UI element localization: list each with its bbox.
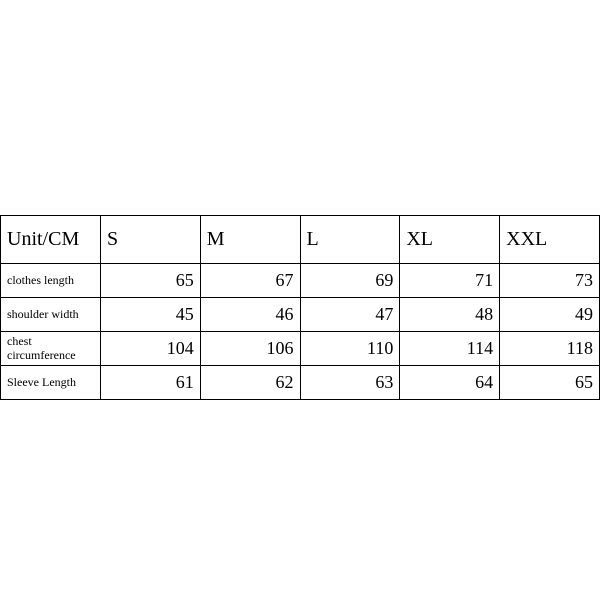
row-label: chest circumference: [1, 332, 101, 366]
cell: 61: [100, 366, 200, 400]
cell: 110: [300, 332, 400, 366]
cell: 63: [300, 366, 400, 400]
cell: 71: [400, 264, 500, 298]
cell: 45: [100, 298, 200, 332]
cell: 65: [100, 264, 200, 298]
row-label: shoulder width: [1, 298, 101, 332]
cell: 69: [300, 264, 400, 298]
cell: 118: [500, 332, 600, 366]
table-row: clothes length 65 67 69 71 73: [1, 264, 600, 298]
cell: 48: [400, 298, 500, 332]
cell: 67: [200, 264, 300, 298]
row-label: clothes length: [1, 264, 101, 298]
unit-header: Unit/CM: [1, 216, 101, 264]
cell: 73: [500, 264, 600, 298]
cell: 106: [200, 332, 300, 366]
size-chart-table: Unit/CM S M L XL XXL clothes length 65 6…: [0, 215, 600, 400]
table-row: shoulder width 45 46 47 48 49: [1, 298, 600, 332]
cell: 62: [200, 366, 300, 400]
cell: 65: [500, 366, 600, 400]
table-row: chest circumference 104 106 110 114 118: [1, 332, 600, 366]
cell: 64: [400, 366, 500, 400]
cell: 114: [400, 332, 500, 366]
cell: 47: [300, 298, 400, 332]
col-header: L: [300, 216, 400, 264]
row-label: Sleeve Length: [1, 366, 101, 400]
col-header: XXL: [500, 216, 600, 264]
cell: 49: [500, 298, 600, 332]
cell: 104: [100, 332, 200, 366]
col-header: M: [200, 216, 300, 264]
col-header: XL: [400, 216, 500, 264]
header-row: Unit/CM S M L XL XXL: [1, 216, 600, 264]
cell: 46: [200, 298, 300, 332]
col-header: S: [100, 216, 200, 264]
table-row: Sleeve Length 61 62 63 64 65: [1, 366, 600, 400]
